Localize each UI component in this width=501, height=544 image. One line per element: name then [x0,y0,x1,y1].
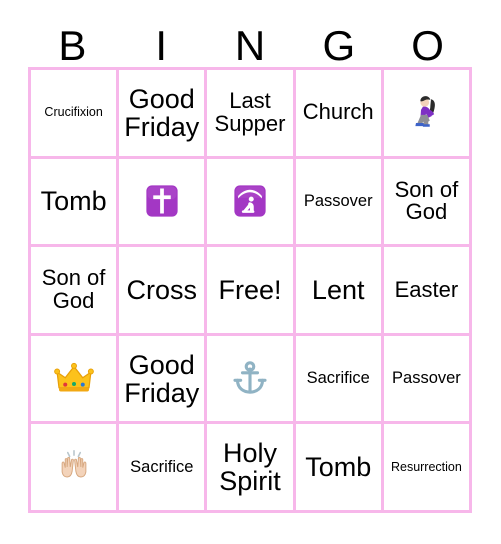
bingo-cell-label: Sacrifice [130,457,194,476]
bingo-cell[interactable]: Lent [295,247,384,336]
bingo-cell-label: Good Friday [124,83,200,142]
bingo-cell-label: Easter [394,276,459,302]
bingo-cell[interactable]: Easter [383,247,473,336]
bingo-cell[interactable]: Son of God [31,247,120,336]
bingo-cell[interactable] [31,335,120,425]
bingo-cell[interactable] [119,158,208,248]
bingo-cell-free[interactable]: Free! [207,247,296,336]
kneeling-woman-icon [415,95,436,127]
bingo-cell[interactable] [383,70,473,159]
bingo-row: Tomb Passover Son of God [31,158,473,248]
bingo-cell[interactable]: Holy Spirit [207,424,296,513]
bingo-cell-label: Son of God [41,265,106,313]
bingo-cell-label: Son of God [394,176,459,225]
header-letter-b: B [58,21,87,69]
bingo-cell[interactable]: Tomb [295,424,384,513]
bingo-cell-label: Good Friday [124,349,200,408]
bingo-cell[interactable]: Son of God [383,158,473,248]
bingo-cell[interactable] [207,335,296,425]
bingo-cell-label: Crucifixion [44,105,103,120]
bingo-cell[interactable]: Tomb [31,158,120,248]
anchor-icon [233,360,267,394]
bingo-row: Sacrifice Holy Spirit Tomb Resurrection [31,424,473,513]
header-letter-i: I [155,21,168,69]
bingo-cell-label: Cross [126,274,198,305]
bingo-cell-label: Free! [218,274,282,305]
bingo-cell-label: Church [302,99,374,125]
bingo-cell[interactable]: Sacrifice [119,424,208,513]
bingo-header-row: B I N G O [28,24,472,67]
bingo-row: Crucifixion Good Friday Last Supper Church [31,70,473,159]
bingo-cell-label: Passover [392,369,461,387]
header-letter-g: G [322,21,356,69]
bingo-cell[interactable]: Crucifixion [31,70,120,159]
bingo-cell[interactable]: Sacrifice [295,335,384,425]
bingo-cell[interactable]: Passover [295,158,384,248]
bingo-cell[interactable]: Last Supper [207,70,296,159]
bingo-cell[interactable] [31,424,120,513]
bingo-cell[interactable]: Good Friday [119,70,208,159]
bingo-card: B I N G O Crucifixion Good Friday Last Sup… [0,0,501,544]
raising-hands-icon [61,450,86,478]
bingo-cell-label: Tomb [305,452,372,483]
header-letter-o: O [411,21,444,69]
crown-icon [53,362,94,392]
bingo-cell[interactable]: Cross [119,247,208,336]
bingo-grid: Crucifixion Good Friday Last Supper Church … [28,67,473,513]
bingo-row: Son of God Cross Free! Lent Easter [31,247,473,336]
bingo-cell[interactable] [207,158,296,248]
bingo-cell-label: Tomb [40,186,107,217]
bingo-cell-label: Lent [311,274,365,305]
bingo-cell-label: Holy Spirit [219,438,281,497]
bingo-cell-label: Last Supper [214,87,286,136]
latin-cross-icon [146,185,178,218]
bingo-row: Good Friday Sacrifice Passover [31,335,473,425]
bingo-cell[interactable]: Passover [383,335,473,425]
place-of-worship-icon [234,185,266,218]
bingo-cell-label: Resurrection [390,459,462,474]
bingo-cell-label: Sacrifice [306,369,370,387]
bingo-cell-label: Passover [303,191,373,210]
bingo-cell[interactable]: Church [295,70,384,159]
header-letter-n: N [234,21,266,69]
bingo-cell[interactable]: Resurrection [383,424,473,513]
bingo-cell[interactable]: Good Friday [119,335,208,425]
